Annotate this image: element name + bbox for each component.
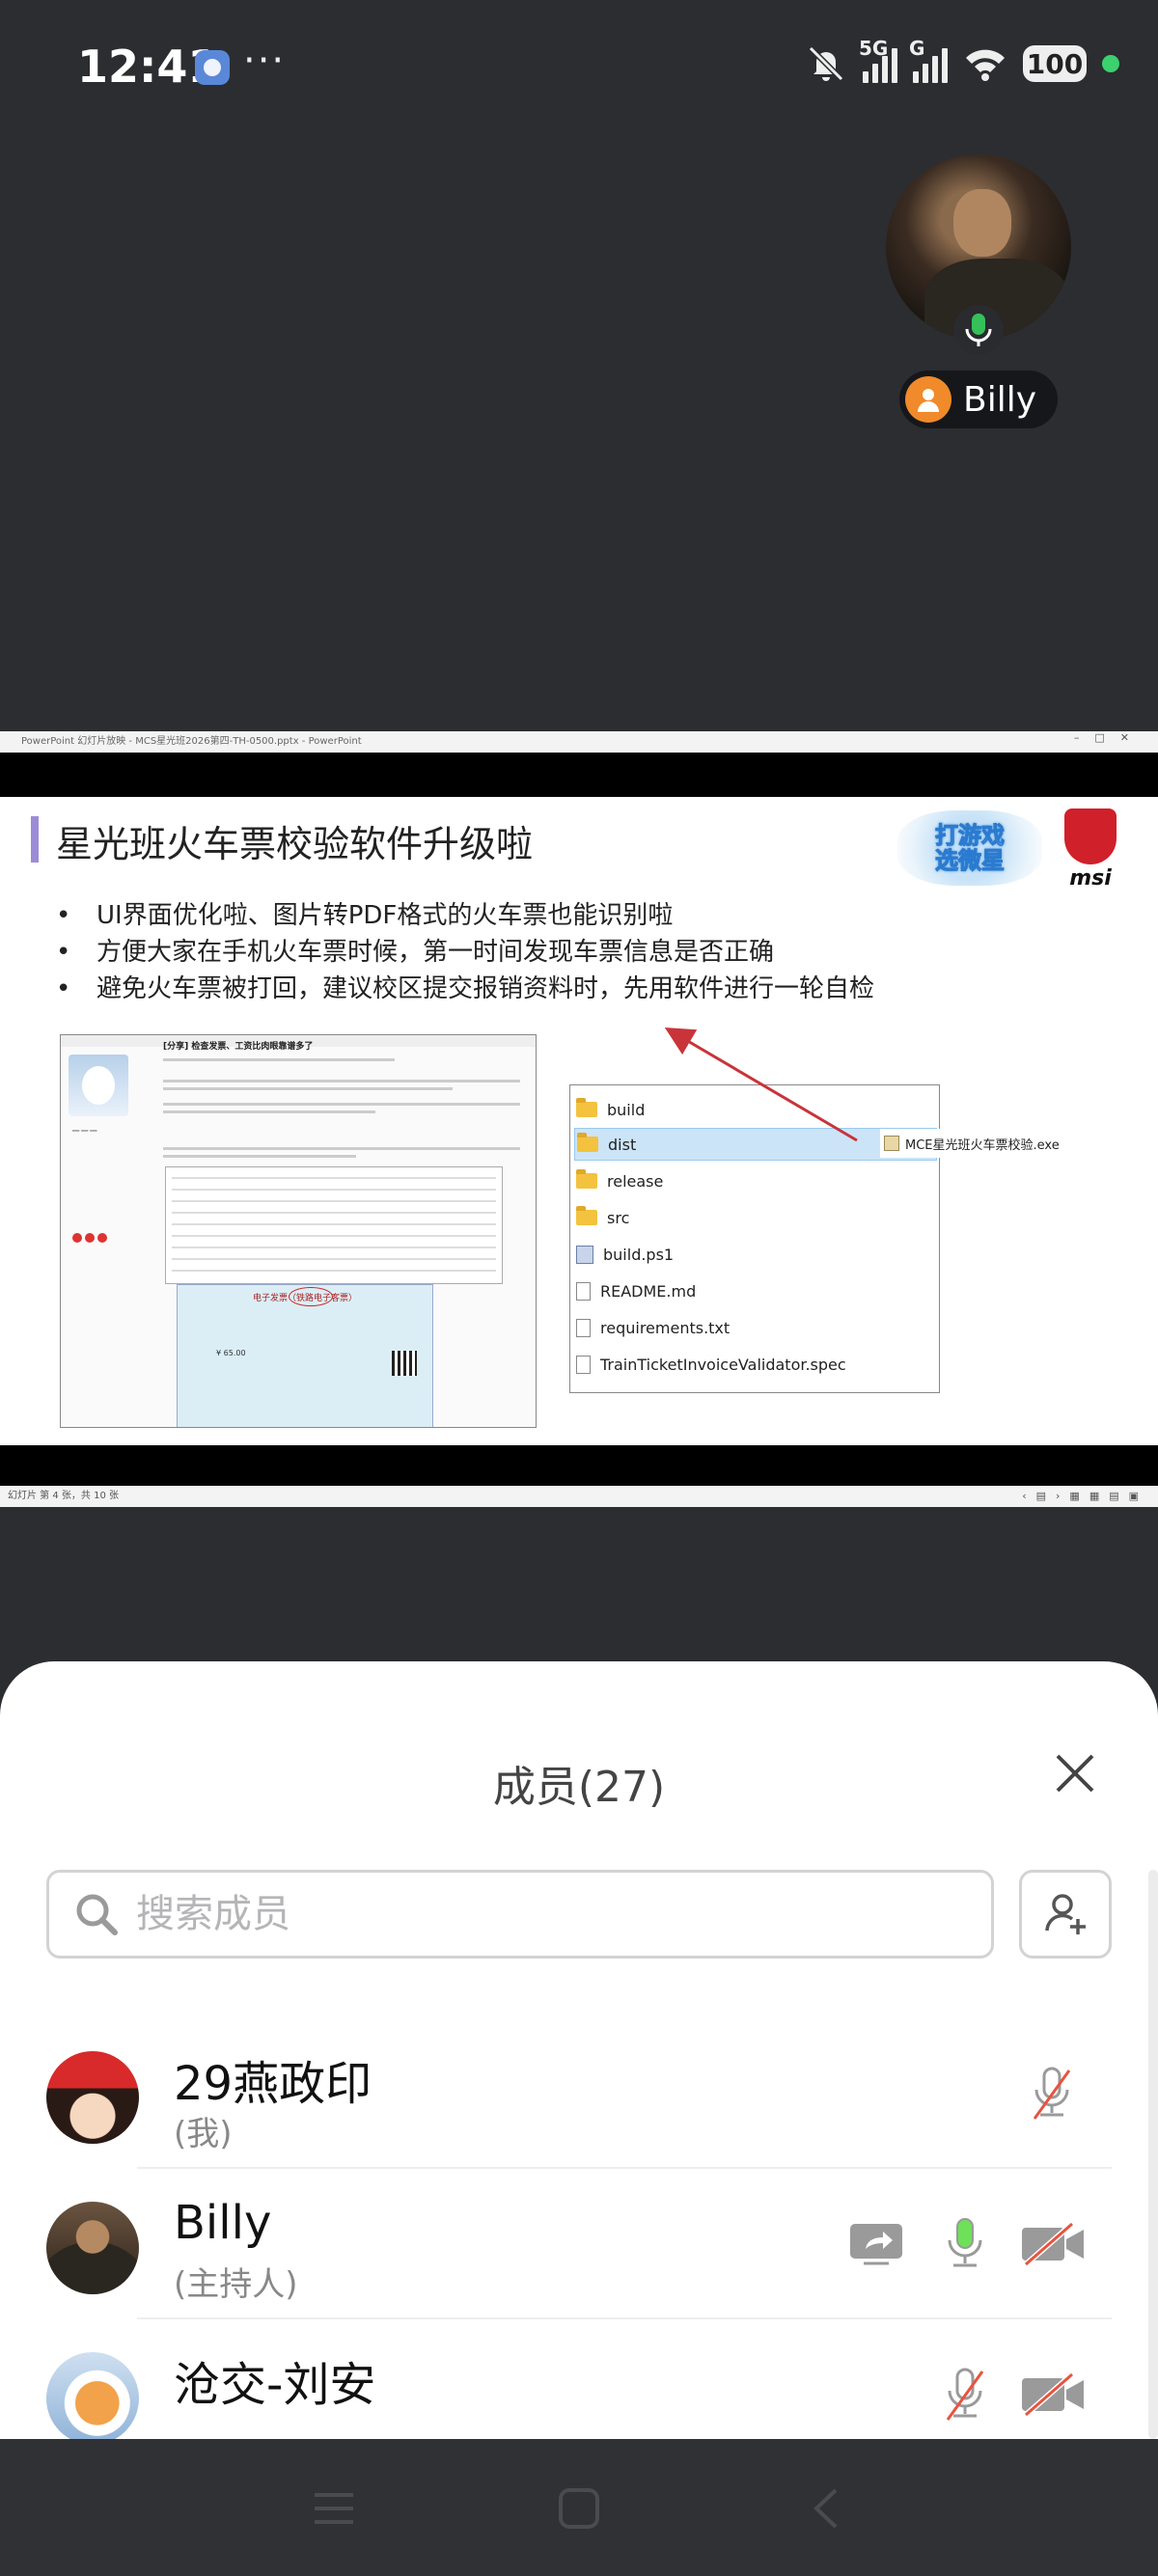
home-button[interactable]	[550, 2481, 608, 2535]
member-name: 29燕政印	[174, 2057, 372, 2111]
invoice-amount: ¥ 65.00	[216, 1349, 246, 1357]
forum-screenshot: [分享] 检查发票、工资比肉眼靠谱多了 ━━ ━━ ━━ 电子发票（铁路电子客票…	[60, 1034, 537, 1428]
explorer-item-release[interactable]: release	[576, 1165, 663, 1197]
file-icon	[576, 1281, 591, 1301]
screen-share-button[interactable]	[841, 2209, 911, 2279]
mute-bell-icon	[808, 45, 844, 82]
slide-title: 星光班火车票校验软件升级啦	[56, 823, 534, 865]
add-user-icon	[1045, 1894, 1086, 1934]
title-accent-bar	[31, 816, 39, 863]
member-row[interactable]: Billy (主持人)	[0, 2169, 1148, 2319]
invoice-highlight-circle	[289, 1287, 333, 1306]
folder-icon	[576, 1098, 597, 1117]
explorer-item-readme[interactable]: README.md	[576, 1274, 696, 1307]
battery-icon: 100	[1023, 45, 1087, 82]
ppt-status-bar: 幻灯片 第 4 张，共 10 张 ‹▤›▦▦▤▣	[0, 1486, 1158, 1507]
signal-icon: G	[909, 37, 948, 83]
scrollbar[interactable]	[1148, 1870, 1158, 2439]
folder-icon	[576, 1169, 597, 1189]
exe-file-item[interactable]: MCE星光班火车票校验.exe	[880, 1129, 1069, 1158]
bullet-item: UI界面优化啦、图片转PDF格式的火车票也能识别啦	[48, 897, 874, 934]
mic-muted-icon	[946, 2368, 984, 2421]
members-title: 成员(27)	[492, 1763, 666, 1812]
member-row[interactable]: 沧交-刘安	[0, 2319, 1148, 2439]
explorer-item-requirements[interactable]: requirements.txt	[576, 1311, 730, 1344]
members-panel: 成员(27) 29燕政印 (我)	[0, 1661, 1158, 2439]
camera-off-button[interactable]	[1019, 2209, 1089, 2279]
forum-user-avatar	[69, 1055, 128, 1116]
explorer-item-src[interactable]: src	[576, 1201, 629, 1234]
signal-icon: 5G	[859, 37, 897, 83]
forum-user-meta: ━━ ━━ ━━	[72, 1128, 97, 1135]
bullet-item: 避免火车票被打回，建议校区提交报销资料时，先用软件进行一轮自检	[48, 971, 874, 1007]
mic-muted-button[interactable]	[1017, 2059, 1087, 2128]
close-icon	[1056, 1754, 1094, 1793]
close-button[interactable]	[1046, 1744, 1104, 1802]
explorer-item-spec[interactable]: TrainTicketInvoiceValidator.spec	[576, 1348, 846, 1381]
file-icon	[576, 1355, 591, 1374]
menu-icon	[315, 2493, 353, 2524]
search-icon	[72, 1890, 121, 1938]
bullet-item: 方便大家在手机火车票时候，第一时间发现车票信息是否正确	[48, 934, 874, 971]
member-role: (主持人)	[174, 2265, 298, 2304]
home-icon	[559, 2488, 599, 2529]
script-file-icon	[576, 1245, 593, 1264]
forum-post-heading: [分享] 检查发票、工资比肉眼靠谱多了	[163, 1042, 314, 1052]
msi-brand-text: msi	[1069, 866, 1112, 891]
folder-icon	[577, 1133, 598, 1152]
recording-indicator	[1102, 55, 1119, 72]
ppt-window-controls: –□✕	[1073, 731, 1144, 744]
forum-badges	[72, 1228, 110, 1247]
mic-muted-icon	[1033, 2067, 1071, 2120]
game-logo: 打游戏 选微星	[897, 810, 1042, 886]
member-name: Billy	[174, 2196, 272, 2250]
shared-screen[interactable]: PowerPoint 幻灯片放映 - MCS星光班2026第四-TH-0500.…	[0, 731, 1158, 1507]
mic-muted-button[interactable]	[930, 2360, 1000, 2429]
explorer-item-build-ps1[interactable]: build.ps1	[576, 1238, 674, 1271]
menu-button[interactable]	[305, 2481, 363, 2535]
spreadsheet-thumbnail	[165, 1166, 503, 1284]
member-row[interactable]: 29燕政印 (我)	[0, 2018, 1148, 2169]
invoice-thumbnail: 电子发票（铁路电子客票） ¥ 65.00	[177, 1284, 433, 1427]
camera-off-button[interactable]	[1019, 2360, 1089, 2429]
explorer-item-build[interactable]: build	[576, 1093, 645, 1126]
camera-off-icon	[1022, 2221, 1084, 2267]
user-icon	[905, 376, 951, 423]
mic-active-icon	[953, 305, 1004, 355]
msi-logo: msi	[1060, 808, 1121, 891]
folder-icon	[576, 1206, 597, 1225]
avatar	[46, 2202, 139, 2294]
slide-counter: 幻灯片 第 4 张，共 10 张	[8, 1491, 119, 1501]
ppt-window-title: PowerPoint 幻灯片放映 - MCS星光班2026第四-TH-0500.…	[0, 731, 1158, 753]
status-bar: 12:41 ··· 5G G 100	[0, 0, 1158, 135]
slide: 星光班火车票校验软件升级啦 打游戏 选微星 msi UI界面优化啦、图片转PDF…	[0, 797, 1158, 1445]
back-icon	[813, 2488, 838, 2529]
wifi-icon	[966, 49, 1005, 81]
search-input[interactable]	[134, 1891, 929, 1937]
search-members[interactable]	[46, 1870, 994, 1959]
avatar	[46, 2352, 139, 2439]
system-icons: 5G G 100	[805, 37, 1119, 85]
mic-on-button[interactable]	[930, 2209, 1000, 2279]
screen-share-icon	[850, 2224, 902, 2265]
camera-off-icon	[1022, 2371, 1084, 2418]
avatar	[46, 2051, 139, 2144]
back-button[interactable]	[797, 2481, 855, 2535]
ppt-view-controls: ‹▤›▦▦▤▣	[1022, 1490, 1148, 1502]
qr-code-icon	[392, 1351, 417, 1376]
app-badge-icon	[195, 50, 230, 85]
add-member-button[interactable]	[1019, 1870, 1112, 1959]
system-nav-bar	[0, 2439, 1158, 2576]
participant-name: Billy	[963, 379, 1037, 420]
more-notifications-icon: ···	[243, 39, 287, 83]
exe-file-icon	[884, 1136, 899, 1151]
file-icon	[576, 1318, 591, 1337]
mic-active-icon	[948, 2218, 982, 2267]
msi-shield-icon	[1064, 808, 1117, 864]
participant-name-pill: Billy	[899, 370, 1059, 428]
member-name: 沧交-刘安	[174, 2358, 376, 2412]
member-role: (我)	[174, 2115, 233, 2153]
slide-bullets: UI界面优化啦、图片转PDF格式的火车票也能识别啦 方便大家在手机火车票时候，第…	[48, 897, 874, 1007]
